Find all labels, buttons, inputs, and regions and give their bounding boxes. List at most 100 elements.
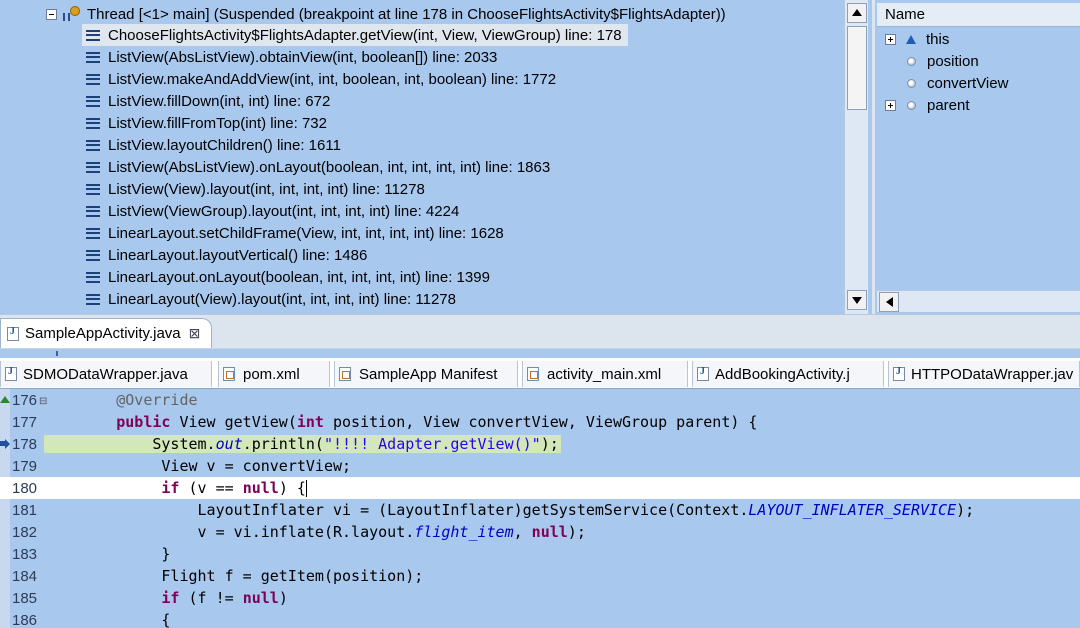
scroll-down-arrow-icon[interactable] — [847, 290, 867, 310]
code-text: if (f != null) — [161, 589, 288, 607]
variable-name: parent — [927, 96, 970, 114]
code-line[interactable]: 179 View v = convertView; — [0, 455, 1080, 477]
stack-frame-icon — [86, 51, 100, 63]
stack-frame-icon — [86, 271, 100, 283]
code-line[interactable]: 182 v = vi.inflate(R.layout.flight_item,… — [0, 521, 1080, 543]
editor-tab-sampleappactivity[interactable]: SampleAppActivity.java ⊠ — [0, 318, 212, 348]
stack-frame-icon — [86, 227, 100, 239]
file-tab-activity-main[interactable]: activity_main.xml — [522, 361, 688, 387]
code-line[interactable]: 177 public View getView(int position, Vi… — [0, 411, 1080, 433]
stack-tree: Thread [<1> main] (Suspended (breakpoint… — [0, 0, 844, 314]
expand-toggle-icon[interactable] — [885, 33, 896, 45]
line-number: 181 — [12, 501, 38, 519]
stack-frame-icon — [86, 205, 100, 217]
stack-frame[interactable]: ListView.makeAndAddView(int, int, boolea… — [82, 68, 628, 90]
code-text: v = vi.inflate(R.layout.flight_item, nul… — [44, 523, 586, 541]
file-tab-pom[interactable]: pom.xml — [218, 361, 330, 387]
local-variable-icon — [907, 78, 916, 88]
variable-row-position[interactable]: position — [885, 50, 1008, 72]
stack-vertical-scrollbar[interactable] — [844, 0, 868, 314]
stack-frame[interactable]: ListView.layoutChildren() line: 1611 — [82, 134, 628, 156]
stack-frame-label: LinearLayout.layoutVertical() line: 1486 — [108, 246, 368, 264]
scroll-thumb[interactable] — [847, 26, 867, 110]
code-line-cursor[interactable]: 180 if (v == null) { — [0, 477, 1080, 499]
stack-frame[interactable]: LinearLayout.setChildFrame(View, int, in… — [82, 222, 628, 244]
line-number: 184 — [12, 567, 38, 585]
collapse-toggle-icon[interactable] — [46, 8, 57, 20]
editor-tab-label: SampleAppActivity.java — [25, 325, 181, 342]
thread-node[interactable]: Thread [<1> main] (Suspended (breakpoint… — [46, 3, 726, 25]
stack-frame[interactable]: ListView(ViewGroup).layout(int, int, int… — [82, 200, 628, 222]
file-tab-sdmodatawrapper[interactable]: SDMODataWrapper.java — [0, 361, 212, 387]
stack-frame-label: LinearLayout(View).layout(int, int, int,… — [108, 290, 456, 308]
code-text: if (v == null) { — [161, 479, 307, 497]
stack-frame-label: LinearLayout.onLayout(boolean, int, int,… — [108, 268, 490, 286]
stack-frame[interactable]: ListView(AbsListView).obtainView(int, bo… — [82, 46, 628, 68]
file-tab-row: SDMODataWrapper.java pom.xml SampleApp M… — [0, 348, 1080, 388]
stack-frame-label: ListView(AbsListView).onLayout(boolean, … — [108, 158, 551, 176]
close-icon[interactable]: ⊠ — [189, 325, 201, 342]
code-editor[interactable]: 176 ⊟ @Override 177 public View getView(… — [0, 388, 1080, 628]
code-line[interactable]: 183 } — [0, 543, 1080, 565]
expand-toggle-icon[interactable] — [885, 99, 896, 111]
file-tab-label: activity_main.xml — [547, 365, 662, 383]
scroll-left-arrow-icon[interactable] — [879, 292, 899, 312]
xml-file-icon — [223, 367, 235, 381]
tab-separator-strip — [0, 349, 1080, 358]
stack-frame-icon — [86, 183, 100, 195]
code-line-current[interactable]: 178 System.out.println("!!!! Adapter.get… — [0, 433, 1080, 455]
stack-frame-label: ListView(View).layout(int, int, int, int… — [108, 180, 425, 198]
file-tab-httpodatawrapper[interactable]: HTTPODataWrapper.jav — [888, 361, 1080, 387]
stack-frame-icon — [86, 95, 100, 107]
line-number: 176 — [12, 391, 38, 409]
stack-frame[interactable]: LinearLayout.onLayout(boolean, int, int,… — [82, 266, 628, 288]
code-text: LayoutInflater vi = (LayoutInflater)getS… — [44, 501, 975, 519]
java-file-icon — [697, 366, 709, 381]
variable-name: position — [927, 52, 979, 70]
code-line[interactable]: 181 LayoutInflater vi = (LayoutInflater)… — [0, 499, 1080, 521]
variable-row-this[interactable]: this — [885, 28, 1008, 50]
line-number: 182 — [12, 523, 38, 541]
code-line[interactable]: 185 if (f != null) — [0, 587, 1080, 609]
local-variable-icon — [907, 100, 916, 110]
stack-frame[interactable]: LinearLayout(View).layout(int, int, int,… — [82, 288, 628, 310]
code-line[interactable]: 186 { — [0, 609, 1080, 628]
code-text: Flight f = getItem(position); — [44, 567, 424, 585]
code-line[interactable]: 176 ⊟ @Override — [0, 389, 1080, 411]
stack-frame[interactable]: LinearLayout.layoutVertical() line: 1486 — [82, 244, 628, 266]
file-tab-manifest[interactable]: SampleApp Manifest — [334, 361, 518, 387]
file-tab-label: SampleApp Manifest — [359, 365, 498, 383]
scroll-up-arrow-icon[interactable] — [847, 3, 867, 23]
code-text: public View getView(int position, View c… — [116, 413, 758, 431]
variable-row-parent[interactable]: parent — [885, 94, 1008, 116]
code-text: View v = convertView; — [44, 457, 352, 475]
stack-frame-icon — [86, 161, 100, 173]
stack-frame-label: ListView.makeAndAddView(int, int, boolea… — [108, 70, 557, 88]
java-file-icon — [7, 326, 19, 341]
variable-row-convertview[interactable]: convertView — [885, 72, 1008, 94]
thread-label: Thread [<1> main] (Suspended (breakpoint… — [87, 5, 726, 23]
variable-name: this — [926, 30, 950, 48]
stack-frame-icon — [86, 139, 100, 151]
variables-name-column-header[interactable]: Name — [877, 3, 1080, 27]
stack-frame-label: LinearLayout.setChildFrame(View, int, in… — [108, 224, 504, 242]
fold-collapse-icon[interactable]: ⊟ — [39, 396, 47, 407]
stack-frame[interactable]: ListView.fillDown(int, int) line: 672 — [82, 90, 628, 112]
stack-frame[interactable]: ListView.fillFromTop(int) line: 732 — [82, 112, 628, 134]
file-tab-addbookingactivity[interactable]: AddBookingActivity.j — [692, 361, 884, 387]
stack-frame-label: ListView(ViewGroup).layout(int, int, int… — [108, 202, 460, 220]
text-cursor — [305, 480, 307, 497]
stack-frame[interactable]: ListView(View).layout(int, int, int, int… — [82, 178, 628, 200]
line-number: 186 — [12, 611, 38, 628]
code-line[interactable]: 184 Flight f = getItem(position); — [0, 565, 1080, 587]
file-tab-label: HTTPODataWrapper.jav — [911, 365, 1074, 383]
line-number: 180 — [12, 479, 38, 497]
stack-frame[interactable]: ChooseFlightsActivity$FlightsAdapter.get… — [82, 24, 628, 46]
stack-frame-icon — [86, 29, 100, 41]
stack-frame-label: ChooseFlightsActivity$FlightsAdapter.get… — [108, 26, 622, 44]
stack-frame-icon — [86, 117, 100, 129]
stack-frame-list: ChooseFlightsActivity$FlightsAdapter.get… — [82, 24, 628, 310]
variables-horizontal-scrollbar[interactable] — [877, 290, 1080, 312]
triangle-icon — [906, 34, 916, 44]
stack-frame[interactable]: ListView(AbsListView).onLayout(boolean, … — [82, 156, 628, 178]
